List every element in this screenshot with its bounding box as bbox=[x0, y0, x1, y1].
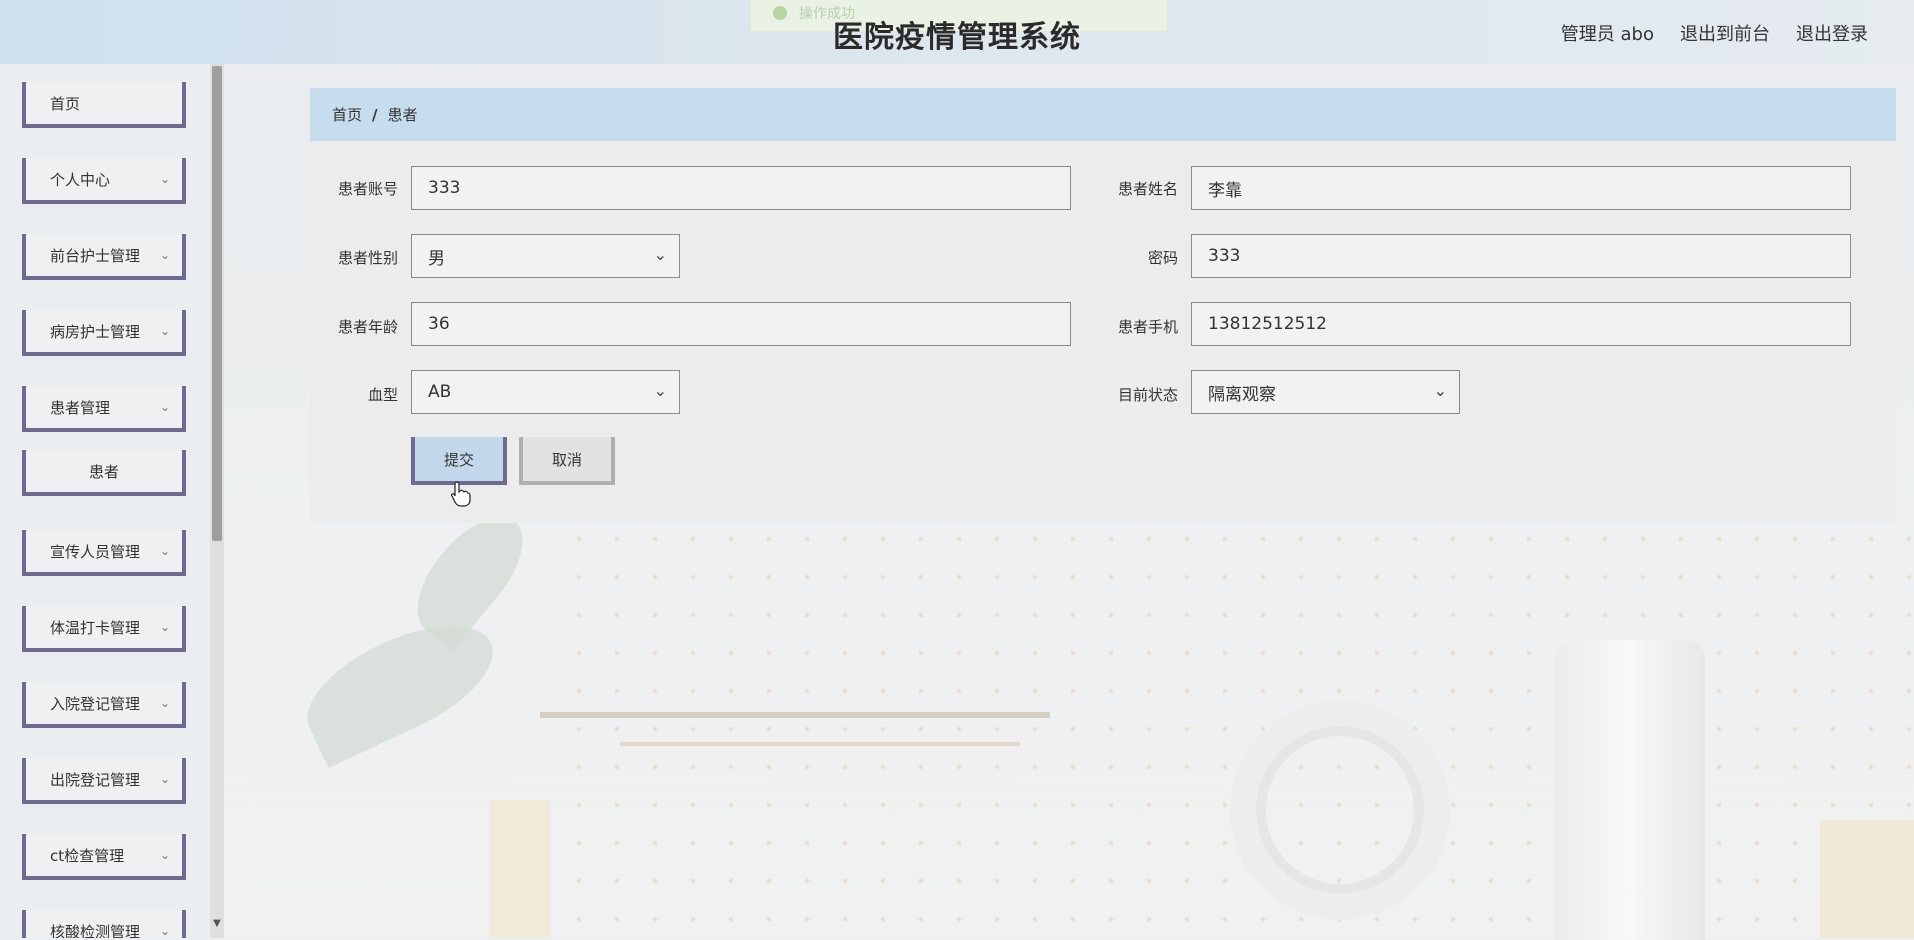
account-label: 患者账号 bbox=[337, 180, 398, 198]
sidebar-scrollbar-thumb[interactable] bbox=[212, 66, 222, 541]
sidebar-item-label: 前台护士管理 bbox=[50, 246, 141, 265]
account-input[interactable]: 333 bbox=[411, 166, 1071, 210]
password-value: 333 bbox=[1208, 246, 1241, 266]
sidebar-item-nucleic-test[interactable]: 核酸检测管理 ⌄ bbox=[22, 900, 186, 939]
chevron-down-icon: ⌄ bbox=[159, 696, 170, 710]
cylinder-object bbox=[1555, 640, 1705, 940]
sidebar-item-label: 患者管理 bbox=[50, 398, 111, 417]
sidebar-item-ward-nurse[interactable]: 病房护士管理 ⌄ bbox=[22, 300, 186, 356]
cancel-button[interactable]: 取消 bbox=[519, 437, 615, 485]
shelf bbox=[540, 712, 1050, 718]
chevron-down-icon: ⌄ bbox=[159, 544, 170, 558]
chevron-down-icon: ⌄ bbox=[159, 400, 170, 414]
chevron-down-icon: ⌄ bbox=[1433, 381, 1447, 400]
ring-object bbox=[1230, 700, 1450, 920]
phone-value: 13812512512 bbox=[1208, 314, 1327, 334]
breadcrumb: 首页 / 患者 bbox=[310, 88, 1896, 141]
sidebar-item-label: 出院登记管理 bbox=[50, 770, 141, 789]
gender-value: 男 bbox=[428, 248, 445, 269]
blood-type-select[interactable]: AB ⌄ bbox=[411, 370, 680, 414]
sidebar-item-label: 首页 bbox=[50, 94, 81, 113]
chevron-down-icon: ⌄ bbox=[159, 924, 170, 938]
sidebar-item-temperature[interactable]: 体温打卡管理 ⌄ bbox=[22, 596, 186, 652]
phone-label: 患者手机 bbox=[1117, 318, 1178, 336]
account-value: 333 bbox=[428, 178, 461, 198]
chevron-down-icon: ⌄ bbox=[159, 848, 170, 862]
sidebar-item-label: 患者 bbox=[88, 462, 119, 481]
blood-type-label: 血型 bbox=[367, 386, 398, 404]
sidebar-item-ct-exam[interactable]: ct检查管理 ⌄ bbox=[22, 824, 186, 880]
chevron-down-icon: ⌄ bbox=[159, 248, 170, 262]
block-object bbox=[490, 800, 550, 938]
shelf bbox=[620, 742, 1020, 746]
sidebar-item-label: 体温打卡管理 bbox=[50, 618, 141, 637]
breadcrumb-current: 患者 bbox=[387, 106, 418, 124]
chevron-down-icon: ⌄ bbox=[653, 381, 667, 400]
status-value: 隔离观察 bbox=[1208, 384, 1276, 405]
breadcrumb-home[interactable]: 首页 bbox=[332, 104, 362, 125]
sidebar-item-home[interactable]: 首页 bbox=[22, 72, 186, 128]
password-label: 密码 bbox=[1147, 249, 1178, 267]
sidebar-item-label: 核酸检测管理 bbox=[50, 922, 141, 939]
sidebar-item-label: 个人中心 bbox=[50, 170, 111, 189]
hand-cursor-icon bbox=[451, 481, 471, 507]
breadcrumb-separator: / bbox=[372, 105, 378, 124]
plant-leaf bbox=[290, 601, 510, 769]
name-input[interactable]: 李靠 bbox=[1191, 166, 1851, 210]
gender-select[interactable]: 男 ⌄ bbox=[411, 234, 680, 278]
sidebar-item-label: ct检查管理 bbox=[50, 846, 125, 865]
submit-button[interactable]: 提交 bbox=[411, 437, 507, 485]
blood-type-value: AB bbox=[428, 382, 452, 402]
logout-link[interactable]: 退出登录 bbox=[1796, 20, 1868, 46]
chevron-down-icon: ⌄ bbox=[159, 772, 170, 786]
chevron-down-icon: ⌄ bbox=[159, 620, 170, 634]
chevron-down-icon: ⌄ bbox=[653, 245, 667, 264]
admin-user-link[interactable]: 管理员 abo bbox=[1561, 20, 1654, 46]
sidebar-item-front-nurse[interactable]: 前台护士管理 ⌄ bbox=[22, 224, 186, 280]
sidebar-item-label: 宣传人员管理 bbox=[50, 542, 141, 561]
top-nav: 管理员 abo 退出到前台 退出登录 bbox=[1561, 20, 1868, 46]
sidebar-item-admission[interactable]: 入院登记管理 ⌄ bbox=[22, 672, 186, 728]
sidebar-item-patient-management[interactable]: 患者管理 ⌄ bbox=[22, 376, 186, 432]
chevron-down-icon: ⌄ bbox=[159, 172, 170, 186]
sidebar-item-personal-center[interactable]: 个人中心 ⌄ bbox=[22, 148, 186, 204]
sidebar-subitem-patient[interactable]: 患者 bbox=[22, 440, 186, 496]
status-label: 目前状态 bbox=[1117, 386, 1178, 404]
name-value: 李靠 bbox=[1208, 180, 1242, 201]
sidebar-item-label: 病房护士管理 bbox=[50, 322, 141, 341]
exit-to-frontend-link[interactable]: 退出到前台 bbox=[1680, 20, 1770, 46]
password-input[interactable]: 333 bbox=[1191, 234, 1851, 278]
age-input[interactable]: 36 bbox=[411, 302, 1071, 346]
gender-label: 患者性别 bbox=[337, 249, 398, 267]
header: 操作成功 医院疫情管理系统 管理员 abo 退出到前台 退出登录 bbox=[0, 0, 1914, 64]
block-object bbox=[1820, 820, 1914, 938]
sidebar-item-label: 入院登记管理 bbox=[50, 694, 141, 713]
status-select[interactable]: 隔离观察 ⌄ bbox=[1191, 370, 1460, 414]
name-label: 患者姓名 bbox=[1117, 180, 1178, 198]
chevron-down-icon: ⌄ bbox=[159, 324, 170, 338]
age-value: 36 bbox=[428, 314, 450, 334]
age-label: 患者年龄 bbox=[337, 318, 398, 336]
dot-pattern bbox=[560, 520, 1914, 940]
sidebar-item-discharge[interactable]: 出院登记管理 ⌄ bbox=[22, 748, 186, 804]
phone-input[interactable]: 13812512512 bbox=[1191, 302, 1851, 346]
sidebar-item-publicity[interactable]: 宣传人员管理 ⌄ bbox=[22, 520, 186, 576]
sidebar: 首页 个人中心 ⌄ 前台护士管理 ⌄ 病房护士管理 ⌄ 患者管理 ⌄ 患者 宣传… bbox=[0, 64, 210, 938]
scroll-down-arrow-icon[interactable]: ▼ bbox=[212, 918, 222, 932]
